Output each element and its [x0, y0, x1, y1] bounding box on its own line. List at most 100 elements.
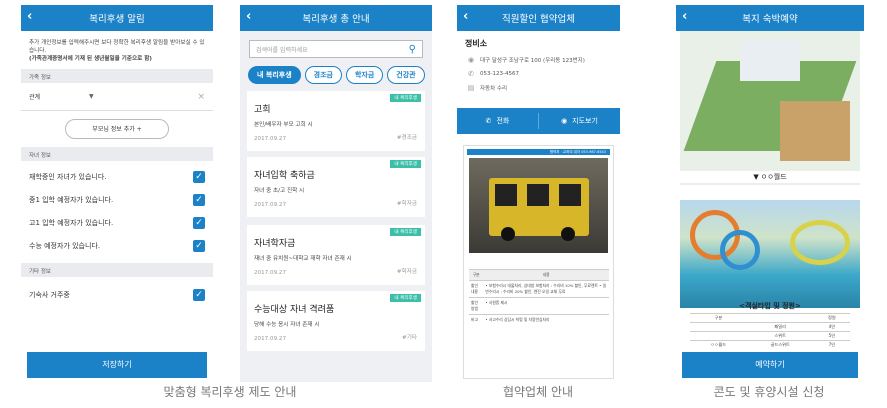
bus-image — [489, 178, 589, 241]
card-date: 2017.09.27 — [254, 336, 287, 342]
caption-lodging-reservation: 콘도 및 휴양시설 신청 — [713, 385, 825, 399]
search-input[interactable]: 검색어를 입력하세요 ⚲ — [249, 40, 423, 58]
checkbox-checked-icon[interactable]: ✓ — [193, 170, 205, 183]
checkbox-checked-icon[interactable]: ✓ — [193, 193, 205, 206]
add-parent-button[interactable]: 부모님 정보 추가 + — [65, 119, 169, 139]
map-label: ▼ ㅇㅇ월드 — [680, 171, 860, 183]
welfare-card[interactable]: 내 복리후생 자녀입학 축하금 자녀 중 초/고 진학 시 2017.09.27… — [247, 157, 425, 217]
table-cell: 할인 내용 — [469, 280, 484, 298]
table-header — [746, 313, 814, 323]
checkbox-checked-icon[interactable]: ✓ — [193, 239, 205, 252]
table-cell: • 사고수리 상담시 착렁 및 차량안심처리 — [483, 314, 609, 325]
page-title: 복리후생 총 안내 — [302, 14, 370, 25]
table-cell — [690, 322, 747, 332]
screen-partner-discount: ‹ 직원할인 협약업체 정비소 ◉ 대구 달성구 조남구로 100 (우리동 12… — [457, 5, 620, 382]
table-cell: 비고 — [469, 314, 484, 325]
back-arrow-icon[interactable]: ‹ — [463, 8, 468, 26]
resort-map-image: ▼ ㅇㅇ월드 — [680, 31, 860, 185]
location-pin-icon: ◉ — [467, 56, 475, 64]
card-desc: 당해 수능 응시 자녀 존재 시 — [254, 322, 320, 328]
table-cell: • 사원증 제시 — [483, 297, 609, 315]
card-title: 자녀학자금 — [254, 239, 296, 249]
welfare-card[interactable]: 내 복리후생 자녀학자금 재녀 중 유치원~대학교 재학 자녀 존재 시 201… — [247, 225, 425, 285]
card-date: 2017.09.27 — [254, 136, 287, 142]
table-header: 내용 — [483, 269, 609, 281]
children-checklist: 재학중인 자녀가 있습니다. ✓ 중1 입학 예정자가 있습니다. ✓ 고1 입학 … — [21, 161, 213, 257]
table-cell: 5인 — [813, 331, 850, 341]
app-bar: ‹ 직원할인 협약업체 — [457, 5, 620, 31]
phone-icon: ✆ — [468, 70, 474, 78]
relation-select[interactable]: 관계 ▼ × — [21, 83, 213, 111]
category-text: 자동차 수리 — [480, 86, 508, 92]
back-arrow-icon[interactable]: ‹ — [682, 8, 687, 26]
children-section-header: 자녀 정보 — [21, 147, 213, 161]
status-badge: 내 복리후생 — [390, 228, 421, 236]
card-tag: #경조금 — [396, 135, 417, 141]
table-cell — [690, 331, 747, 341]
card-title: 고희 — [254, 105, 271, 115]
category-line: ▤ 자동차 수리 — [457, 81, 620, 95]
check-label: 중1 입학 예정자가 있습니다. — [29, 195, 114, 204]
tab-congratulatory[interactable]: 경조금 — [304, 66, 342, 84]
map-label: 지도보기 — [572, 117, 598, 125]
reserve-button[interactable]: 예약하기 — [682, 352, 858, 378]
page-title: 직원할인 협약업체 — [502, 14, 575, 25]
table-cell: 4인 — [813, 322, 850, 332]
tab-my-welfare[interactable]: 내 복리후생 — [248, 66, 301, 84]
address-text: 대구 달성구 조남구로 100 (우리동 123번지) — [480, 58, 585, 64]
save-button[interactable]: 저장하기 — [27, 352, 207, 378]
card-title: 수능대상 자녀 격려품 — [254, 305, 335, 315]
child-check-row[interactable]: 고1 입학 예정자가 있습니다. ✓ — [21, 211, 213, 234]
check-label: 수능 예정자가 있습니다. — [29, 241, 101, 250]
card-desc: 본인/배우자 부모 고희 시 — [254, 122, 313, 128]
page-title: 복리후생 알림 — [89, 14, 145, 25]
status-badge: 내 복리후생 — [390, 294, 421, 302]
notice-note: (가족관계증명서에 기재 된 생년월일을 기준으로 함) — [29, 56, 152, 62]
page-title: 복지 숙박예약 — [742, 14, 798, 25]
table-cell: 스위트 — [746, 331, 814, 341]
card-desc: 재녀 중 유치원~대학교 재학 자녀 존재 시 — [254, 256, 352, 262]
relation-label: 관계 — [29, 94, 41, 101]
back-arrow-icon[interactable]: ‹ — [246, 8, 251, 26]
action-bar: ✆ 전화 ◉ 지도보기 — [457, 108, 620, 134]
back-arrow-icon[interactable]: ‹ — [27, 8, 32, 26]
welfare-card[interactable]: 내 복리후생 고희 본인/배우자 부모 고희 시 2017.09.27 #경조금 — [247, 91, 425, 151]
table-cell: 골드스위트 — [746, 340, 814, 349]
card-tag: #학자금 — [396, 201, 417, 207]
card-title: 자녀입학 축하금 — [254, 171, 315, 181]
welfare-card[interactable]: 내 복리후생 수능대상 자녀 격려품 당해 수능 응시 자녀 존재 시 2017… — [247, 291, 425, 351]
app-bar: ‹ 복리후생 알림 — [21, 5, 213, 31]
location-pin-icon: ◉ — [561, 117, 568, 125]
clear-icon[interactable]: × — [197, 92, 205, 102]
family-section-header: 가족 정보 — [21, 69, 213, 83]
screen-lodging-reservation: ‹ 복지 숙박예약 ▼ ㅇㅇ월드 <객실타입 및 정원> 구분 정원 패밀리 4인 … — [676, 5, 864, 382]
waterpark-image — [680, 200, 860, 308]
tab-scholarship[interactable]: 학자금 — [345, 66, 384, 84]
search-icon[interactable]: ⚲ — [409, 44, 416, 55]
card-date: 2017.09.27 — [254, 270, 287, 276]
table-cell: 패밀리 — [746, 322, 814, 332]
table-header: 정원 — [813, 313, 850, 323]
checkbox-checked-icon[interactable]: ✓ — [193, 288, 205, 301]
check-label: 기숙사 거주중 — [29, 290, 70, 299]
checkbox-checked-icon[interactable]: ✓ — [193, 216, 205, 229]
child-check-row[interactable]: 재학중인 자녀가 있습니다. ✓ — [21, 165, 213, 188]
status-badge: 내 복리후생 — [390, 94, 421, 102]
flyer-strip: 협약처 : 교하여 대자 053-987-6543 — [467, 149, 610, 155]
table-cell: 7인 — [813, 340, 850, 349]
map-button[interactable]: ◉ 지도보기 — [539, 108, 620, 134]
tab-health[interactable]: 건강관 — [387, 66, 425, 84]
search-placeholder: 검색어를 입력하세요 — [256, 46, 308, 54]
app-bar: ‹ 복지 숙박예약 — [676, 5, 864, 31]
child-check-row[interactable]: 수능 예정자가 있습니다. ✓ — [21, 234, 213, 257]
phone-line: ✆ 053-123-4567 — [457, 67, 620, 81]
card-date: 2017.09.27 — [254, 202, 287, 208]
child-check-row[interactable]: 중1 입학 예정자가 있습니다. ✓ — [21, 188, 213, 211]
status-badge: 내 복리후생 — [390, 160, 421, 168]
screen-welfare-notification: ‹ 복리후생 알림 추가 개인정보를 입력해주시면 보다 정확한 복리후생 알림… — [21, 5, 213, 382]
partner-flyer: 협약처 : 교하여 대자 053-987-6543 구분 내용 할인 내용 • 보험… — [463, 145, 614, 379]
call-button[interactable]: ✆ 전화 — [457, 108, 538, 134]
table-header: 구분 — [469, 269, 484, 281]
bus-photo — [469, 158, 608, 253]
other-check-row[interactable]: 기숙사 거주중 ✓ — [21, 283, 213, 306]
